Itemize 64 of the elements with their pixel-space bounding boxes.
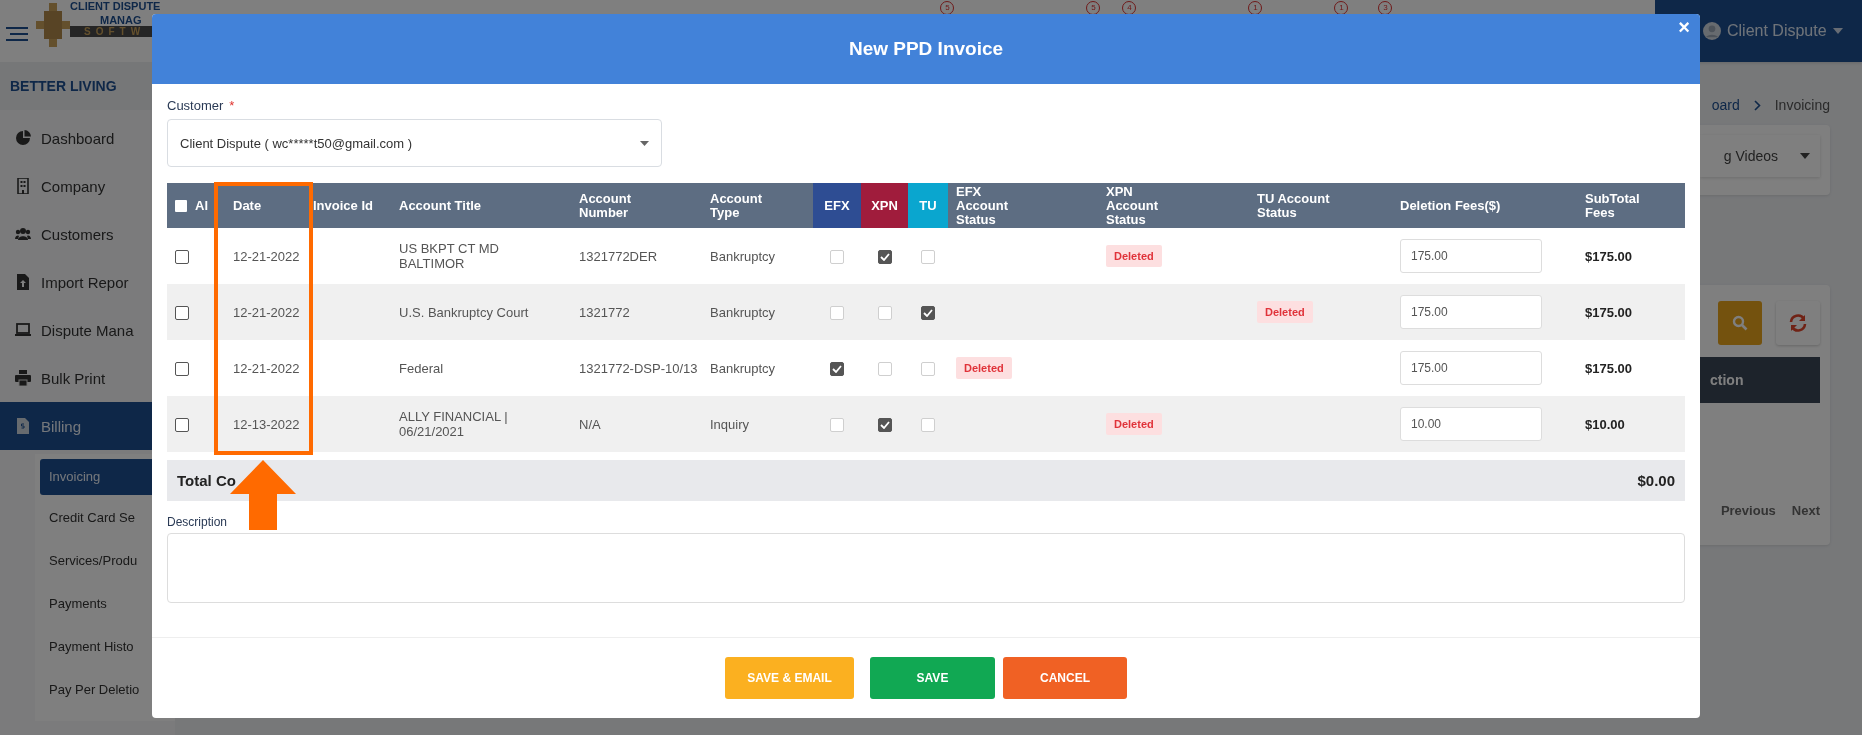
total-amount: $0.00: [1637, 472, 1675, 489]
sidebar-item[interactable]: Customers: [0, 210, 175, 258]
column-header: SubTotal Fees: [1577, 183, 1685, 228]
table-cell-text: Inquiry: [710, 416, 751, 432]
breadcrumb-current: Invoicing: [1774, 97, 1830, 113]
fee-input[interactable]: 175.00: [1400, 351, 1542, 385]
total-label: Total Co: [177, 472, 236, 489]
column-header: Invoice Id: [305, 183, 391, 228]
column-header: XPN: [861, 183, 908, 228]
field-label: Description: [167, 515, 229, 529]
table-cell-text: 1321772DER: [579, 248, 659, 264]
dialog-title: New PPD Invoice: [848, 38, 1004, 60]
table-cell: 1321772-DSP-10/13: [579, 360, 696, 376]
table-cell-text: $175.00: [1585, 360, 1633, 376]
table-cell-text: Bankruptcy: [710, 248, 777, 264]
pagination-link[interactable]: Previous: [1720, 503, 1776, 518]
table-cell-text: N/A: [579, 416, 602, 432]
table-cell-text: U.S. Bankruptcy Court: [399, 304, 530, 320]
column-header: Date: [225, 183, 305, 228]
status-tag: Deleted: [956, 357, 1012, 379]
fee-input[interactable]: 175.00: [1400, 295, 1542, 329]
required-mark: *: [229, 98, 235, 113]
table-cell: 12-21-2022: [233, 360, 299, 376]
fee-input[interactable]: 10.00: [1400, 407, 1542, 441]
user-name: Client Dispute: [1727, 22, 1827, 40]
column-header: EFX Account Status: [948, 183, 1098, 228]
sidebar-item[interactable]: Bulk Print: [0, 354, 175, 402]
status-tag: Deleted: [1106, 413, 1162, 435]
table-cell-text: 1321772: [579, 304, 631, 320]
logo-text-line: CLIENT DISPUTE: [70, 1, 161, 12]
status-tag: Deleted: [1257, 301, 1313, 323]
column-header: Deletion Fees($): [1392, 183, 1577, 228]
cancel-button[interactable]: CANCEL: [1003, 657, 1127, 699]
table-cell: 12-21-2022: [233, 248, 299, 264]
column-header: Account Type: [702, 183, 813, 228]
table-cell-text: ALLY FINANCIAL | 06/21/2021: [399, 409, 509, 439]
save-button[interactable]: SAVE: [870, 657, 995, 699]
table-cell-text: US BKPT CT MD BALTIMOR: [399, 241, 500, 271]
table-cell: 12-13-2022: [233, 416, 299, 432]
sidebar-item[interactable]: Import Repor: [0, 258, 175, 306]
table-cell-text: $175.00: [1585, 248, 1633, 264]
column-header: XPN Account Status: [1098, 183, 1249, 228]
column-header: EFX: [813, 183, 861, 228]
column-header: TU: [908, 183, 948, 228]
sidebar-item[interactable]: Dispute Mana: [0, 306, 175, 354]
table-cell-text: Bankruptcy: [710, 304, 777, 320]
column-header: Account Title: [391, 183, 571, 228]
table-cell: 12-21-2022: [233, 304, 299, 320]
table-cell-text: $175.00: [1585, 304, 1633, 320]
video-select[interactable]: g Videos: [1700, 135, 1820, 177]
column-header: TU Account Status: [1249, 183, 1392, 228]
status-tag: Deleted: [1106, 245, 1162, 267]
table-header-bar: ction: [1700, 357, 1820, 403]
fee-input[interactable]: 175.00: [1400, 239, 1542, 273]
table-cell-text: $10.00: [1585, 416, 1626, 432]
breadcrumb-link[interactable]: oard: [1711, 97, 1740, 113]
column-header: Account Number: [571, 183, 702, 228]
customer-select[interactable]: Client Dispute ( wc*****t50@gmail.com ): [167, 119, 662, 167]
close-button[interactable]: ×: [1678, 16, 1690, 39]
logo-text-line: MANAG: [99, 15, 143, 26]
pagination-link[interactable]: Next: [1791, 503, 1820, 518]
table-cell-text: Federal: [399, 360, 445, 376]
table-cell-text: Bankruptcy: [710, 360, 777, 376]
column-header: Al: [195, 198, 208, 213]
